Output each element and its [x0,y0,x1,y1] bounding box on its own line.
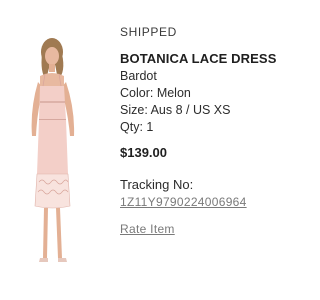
size-line: Size: Aus 8 / US XS [120,103,231,117]
tracking-label: Tracking No: [120,177,194,192]
brand-name: Bardot [120,69,157,83]
dress-skirt [37,120,68,174]
shipping-status: SHIPPED [120,25,177,39]
lace-hem [34,173,71,209]
product-name: BOTANICA LACE DRESS [120,51,277,66]
color-line: Color: Melon [120,86,191,100]
quantity-line: Qty: 1 [120,120,154,134]
dress-bodice [39,86,66,120]
order-item-card: SHIPPED BOTANICA LACE DRESS Bardot Color… [0,0,300,300]
dress-model-illustration [31,38,75,262]
price: $139.00 [120,145,167,160]
face-shape [45,47,59,65]
tracking-number-link[interactable]: 1Z11Y9790224006964 [120,195,247,209]
product-image[interactable] [6,24,102,274]
rate-item-link[interactable]: Rate Item [120,222,175,236]
